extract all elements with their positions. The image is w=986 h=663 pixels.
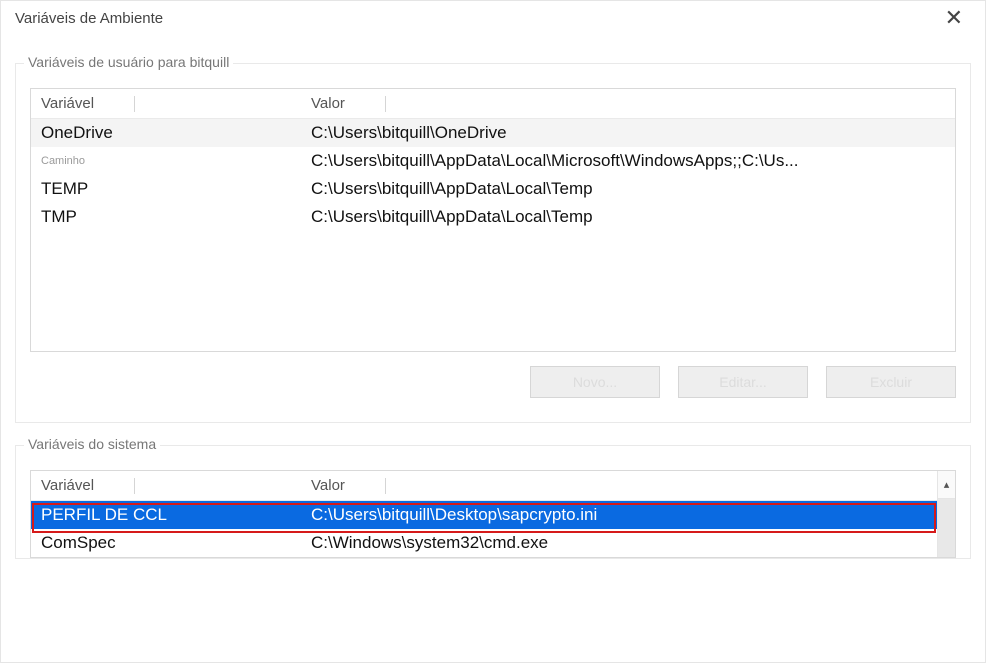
cell-value: C:\Users\bitquill\AppData\Local\Temp (301, 175, 955, 203)
sys-vars-table[interactable]: Variável Valor PERFIL DE CCLC:\Users\bit… (30, 470, 956, 558)
sys-vars-legend: Variáveis do sistema (24, 436, 160, 452)
user-vars-header-value[interactable]: Valor (301, 89, 955, 119)
table-row[interactable]: OneDriveC:\Users\bitquill\OneDrive (31, 119, 955, 148)
edit-button[interactable]: Editar... (678, 366, 808, 398)
user-vars-table[interactable]: Variável Valor OneDriveC:\Users\bitquill… (30, 88, 956, 352)
user-vars-header-variable[interactable]: Variável (31, 89, 301, 119)
cell-variable: PERFIL DE CCL (31, 501, 301, 530)
table-row[interactable]: TMPC:\Users\bitquill\AppData\Local\Temp (31, 203, 955, 231)
cell-variable: Caminho (31, 147, 301, 175)
cell-value: C:\Users\bitquill\OneDrive (301, 119, 955, 148)
user-variables-group: Variáveis de usuário para bitquill Variá… (15, 63, 971, 423)
user-vars-legend: Variáveis de usuário para bitquill (24, 54, 233, 70)
table-row[interactable]: ComSpecC:\Windows\system32\cmd.exe (31, 529, 955, 557)
scrollbar-track[interactable] (937, 499, 955, 557)
table-row[interactable]: TEMPC:\Users\bitquill\AppData\Local\Temp (31, 175, 955, 203)
cell-variable: TEMP (31, 175, 301, 203)
sys-vars-header-variable[interactable]: Variável (31, 471, 301, 501)
new-button[interactable]: Novo... (530, 366, 660, 398)
cell-variable: TMP (31, 203, 301, 231)
sys-vars-header-value[interactable]: Valor (301, 471, 955, 501)
system-variables-group: Variáveis do sistema Variável Valor PERF… (15, 445, 971, 559)
cell-value: C:\Users\bitquill\AppData\Local\Microsof… (301, 147, 955, 175)
cell-value: C:\Users\bitquill\Desktop\sapcrypto.ini (301, 501, 955, 530)
close-icon[interactable]: ✕ (937, 7, 971, 29)
table-row[interactable]: CaminhoC:\Users\bitquill\AppData\Local\M… (31, 147, 955, 175)
delete-button[interactable]: Excluir (826, 366, 956, 398)
scroll-up-icon[interactable]: ▴ (937, 471, 955, 499)
cell-variable: ComSpec (31, 529, 301, 557)
window-title: Variáveis de Ambiente (15, 10, 163, 27)
cell-value: C:\Windows\system32\cmd.exe (301, 529, 955, 557)
cell-variable: OneDrive (31, 119, 301, 148)
cell-value: C:\Users\bitquill\AppData\Local\Temp (301, 203, 955, 231)
table-row[interactable]: PERFIL DE CCLC:\Users\bitquill\Desktop\s… (31, 501, 955, 530)
